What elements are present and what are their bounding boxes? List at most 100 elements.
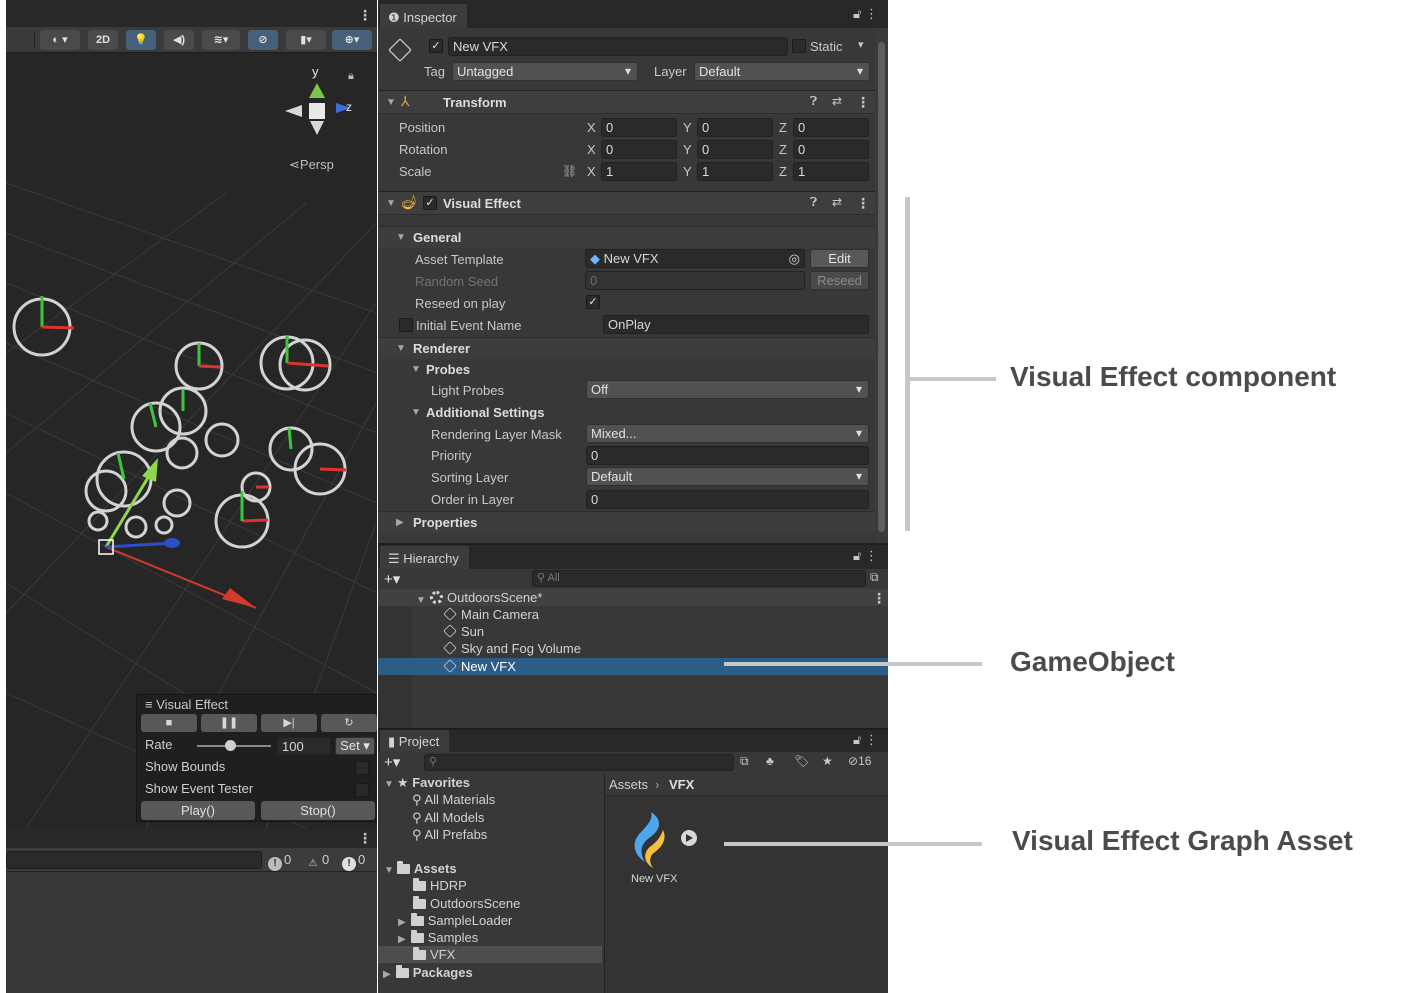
help-icon[interactable]: ❓︎: [810, 195, 817, 210]
scene-menu-icon[interactable]: ⋮: [872, 591, 886, 605]
presets-icon[interactable]: ⇄: [832, 195, 842, 209]
audio-icon[interactable]: ◀): [164, 30, 194, 50]
tab-project[interactable]: ▮ Project: [380, 730, 450, 752]
presets-icon[interactable]: ⇄: [832, 94, 842, 108]
gizmos-icon[interactable]: ⊕▾: [332, 30, 372, 50]
scrollbar-thumb[interactable]: [878, 42, 885, 532]
asset-template-field[interactable]: ◆ New VFX ◎: [585, 249, 805, 268]
hidden-objects-icon[interactable]: ⊘: [248, 30, 278, 50]
hierarchy-item[interactable]: Main Camera: [378, 606, 888, 623]
static-dropdown-icon[interactable]: ▾: [858, 38, 864, 51]
show-event-tester-checkbox[interactable]: [355, 783, 369, 797]
restart-icon[interactable]: ↻: [321, 714, 377, 732]
effects-icon[interactable]: ≋▾: [202, 30, 240, 50]
info-count[interactable]: ! 0: [268, 851, 291, 871]
visual-effect-header[interactable]: ▼ 🪔︎ ✓ Visual Effect ❓︎ ⇄ ⋮: [378, 191, 875, 215]
hierarchy-search-input[interactable]: ⚲ All: [532, 570, 866, 587]
project-lock-menu[interactable]: 🔓︎ ⋮: [853, 732, 878, 748]
component-menu-icon[interactable]: ⋮: [856, 196, 870, 210]
probes-title[interactable]: Probes: [426, 362, 470, 377]
active-checkbox[interactable]: ✓: [429, 39, 443, 53]
help-icon[interactable]: ❓︎: [810, 94, 817, 109]
collapse-arrow-icon[interactable]: ▼: [411, 364, 421, 375]
breadcrumb-vfx[interactable]: VFX: [669, 777, 694, 792]
constrain-proportions-icon[interactable]: ⛓︎: [562, 164, 577, 178]
step-icon[interactable]: ▶|: [261, 714, 317, 732]
scene-visibility-icon[interactable]: ⧉: [870, 570, 879, 585]
console-menu-icon[interactable]: ⋮: [358, 831, 372, 845]
reseed-on-play-checkbox[interactable]: ✓: [586, 295, 600, 309]
orientation-gizmo-icon[interactable]: [285, 83, 351, 135]
rate-slider[interactable]: [197, 740, 271, 751]
scene-row[interactable]: ▼ OutdoorsScene* ⋮: [378, 589, 888, 606]
vfx-asset-tile[interactable]: New VFX: [623, 808, 703, 888]
create-add-icon[interactable]: +▾: [384, 570, 400, 588]
hierarchy-item[interactable]: Sun: [378, 623, 888, 640]
position-x-field[interactable]: 0: [601, 118, 677, 137]
folder-item-selected[interactable]: VFX: [378, 946, 602, 963]
pause-icon[interactable]: ❚❚: [201, 714, 257, 732]
play-button[interactable]: Play(): [141, 801, 255, 820]
tag-dropdown[interactable]: Untagged: [452, 62, 638, 81]
mode-2d-button[interactable]: 2D: [88, 30, 118, 50]
object-picker-icon[interactable]: ◎: [789, 250, 800, 267]
rendering-layer-mask-dropdown[interactable]: Mixed...: [586, 424, 869, 443]
component-menu-icon[interactable]: ⋮: [856, 95, 870, 109]
tab-inspector[interactable]: ❶ Inspector: [380, 4, 467, 28]
folder-item[interactable]: HDRP: [413, 877, 467, 894]
shading-mode-icon[interactable]: ◐ ▾: [40, 30, 80, 50]
warning-count[interactable]: ⚠ 0: [306, 851, 330, 869]
properties-section-header[interactable]: ▶ Properties: [378, 511, 875, 533]
order-in-layer-field[interactable]: 0: [586, 490, 869, 509]
packages-row[interactable]: ▶ Packages: [383, 964, 473, 983]
general-section-header[interactable]: ▼ General: [378, 226, 875, 248]
favorites-item[interactable]: ⚲ All Materials: [412, 791, 495, 808]
rotation-y-field[interactable]: 0: [697, 140, 773, 159]
position-y-field[interactable]: 0: [697, 118, 773, 137]
favorites-item[interactable]: ⚲ All Prefabs: [412, 826, 487, 843]
initial-event-checkbox[interactable]: [399, 318, 413, 332]
visual-effect-enabled-checkbox[interactable]: ✓: [423, 196, 437, 210]
object-name-field[interactable]: New VFX: [448, 37, 788, 56]
position-z-field[interactable]: 0: [793, 118, 869, 137]
favorites-item[interactable]: ⚲ All Models: [412, 809, 484, 826]
show-bounds-checkbox[interactable]: [355, 761, 369, 775]
light-probes-dropdown[interactable]: Off: [586, 380, 869, 399]
scale-z-field[interactable]: 1: [793, 162, 869, 181]
sorting-layer-dropdown[interactable]: Default: [586, 467, 869, 486]
persp-label[interactable]: ⋖Persp: [289, 157, 334, 173]
favorite-star-icon[interactable]: ★: [822, 754, 833, 768]
rotation-x-field[interactable]: 0: [601, 140, 677, 159]
console-search-input[interactable]: [6, 851, 262, 869]
layer-dropdown[interactable]: Default: [694, 62, 870, 81]
scale-y-field[interactable]: 1: [697, 162, 773, 181]
gameobject-cube-icon[interactable]: [388, 38, 412, 62]
lighting-icon[interactable]: 💡: [126, 30, 156, 50]
stop-icon[interactable]: ■: [141, 714, 197, 732]
lock-icon[interactable]: 🔒︎: [348, 70, 354, 83]
scene-view[interactable]: ⋮ ◐ ▾ 2D 💡 ◀) ≋▾ ⊘ ▮▾ ⊕▾ y z 🔒︎ ⋖Persp ≡…: [6, 0, 377, 828]
filter-type-icon[interactable]: ♣: [766, 754, 774, 768]
transform-header[interactable]: ▼ ⅄ Transform ❓︎ ⇄ ⋮: [378, 90, 875, 114]
project-search-input[interactable]: ⚲: [424, 754, 734, 771]
scene-menu-icon[interactable]: ⋮: [358, 8, 372, 22]
hierarchy-item[interactable]: Sky and Fog Volume: [378, 640, 888, 657]
stop-button[interactable]: Stop(): [261, 801, 375, 820]
inspector-scrollbar[interactable]: [875, 28, 888, 543]
additional-settings-title[interactable]: Additional Settings: [426, 405, 544, 420]
search-by-type-icon[interactable]: ⧉: [740, 754, 749, 769]
hierarchy-lock-menu[interactable]: 🔓︎ ⋮: [853, 548, 878, 564]
collapse-arrow-icon[interactable]: ▼: [411, 407, 421, 418]
set-rate-button[interactable]: Set ▾: [335, 737, 375, 755]
error-count[interactable]: ! 0: [342, 851, 365, 871]
inspector-lock-menu[interactable]: 🔓︎ ⋮: [853, 6, 878, 22]
tab-hierarchy[interactable]: ☰ Hierarchy: [380, 546, 469, 569]
create-add-icon[interactable]: +▾: [384, 753, 400, 771]
rate-slider-knob[interactable]: [225, 740, 237, 751]
hierarchy-item-selected[interactable]: New VFX: [378, 658, 888, 675]
hidden-packages-icon[interactable]: ⊘16: [848, 754, 871, 768]
label-filter-icon[interactable]: 🏷︎: [794, 754, 809, 768]
static-checkbox[interactable]: [792, 39, 806, 53]
renderer-section-header[interactable]: ▼ Renderer: [378, 337, 875, 359]
edit-button[interactable]: Edit: [810, 249, 869, 268]
